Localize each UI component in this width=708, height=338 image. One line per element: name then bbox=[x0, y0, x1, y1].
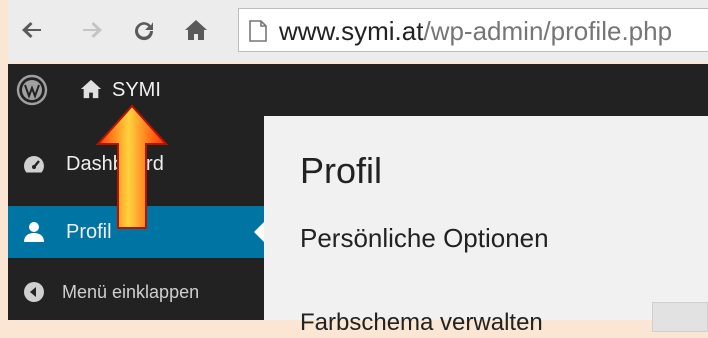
annotation-arrow-icon bbox=[96, 104, 168, 229]
forward-button[interactable] bbox=[80, 18, 104, 42]
page-icon bbox=[249, 20, 267, 42]
url-host: www.symi.at bbox=[279, 16, 424, 46]
main-content: Profil Persönliche Optionen Farbschema v… bbox=[264, 116, 708, 336]
address-bar[interactable]: www.symi.at/wp-admin/profile.php bbox=[238, 8, 708, 52]
site-name-link[interactable]: SYMI bbox=[112, 78, 161, 102]
menu-item-label: Menü einklappen bbox=[62, 282, 200, 302]
home-button[interactable] bbox=[184, 18, 208, 42]
page-title: Profil bbox=[300, 150, 383, 191]
back-button[interactable] bbox=[20, 18, 44, 42]
reload-button[interactable] bbox=[132, 18, 156, 42]
browser-toolbar: www.symi.at/wp-admin/profile.php bbox=[8, 0, 708, 62]
site-home-icon[interactable] bbox=[80, 78, 102, 100]
section-title: Persönliche Optionen bbox=[300, 223, 549, 253]
dashboard-icon bbox=[24, 156, 45, 173]
collapse-icon bbox=[24, 282, 44, 302]
color-scheme-option[interactable] bbox=[652, 302, 708, 332]
url-path: /wp-admin/profile.php bbox=[423, 16, 673, 46]
current-item-pointer bbox=[254, 222, 264, 242]
home-icon bbox=[185, 20, 207, 40]
forward-arrow-icon bbox=[83, 22, 102, 38]
back-arrow-icon bbox=[22, 22, 41, 38]
reload-icon bbox=[135, 22, 154, 41]
color-scheme-label: Farbschema verwalten bbox=[300, 309, 543, 336]
collapse-menu-button[interactable]: Menü einklappen bbox=[8, 266, 264, 318]
wordpress-logo-icon[interactable] bbox=[16, 74, 48, 106]
user-icon bbox=[24, 222, 44, 242]
url-text: www.symi.at/wp-admin/profile.php bbox=[279, 16, 672, 46]
